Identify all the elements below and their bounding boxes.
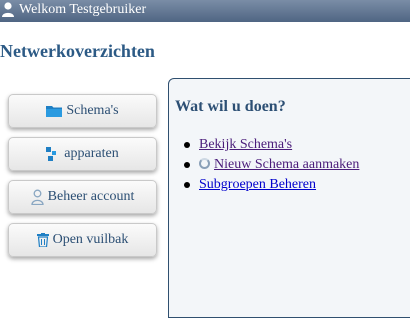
open-trash-button-label: Open vuilbak [52, 232, 129, 247]
trash-icon [36, 233, 49, 247]
schemas-button[interactable]: Schema's [8, 94, 157, 128]
top-bar: Welkom Testgebruiker [0, 0, 410, 22]
welcome-text: Welkom Testgebruiker [19, 2, 147, 17]
devices-icon [46, 147, 57, 161]
view-schemas-link[interactable]: Bekijk Schema's [199, 137, 292, 152]
list-item: Bekijk Schema's [183, 137, 359, 157]
user-icon [2, 2, 14, 17]
manage-account-button[interactable]: Beheer account [8, 180, 157, 214]
actions-title: Wat wil u doen? [175, 98, 286, 115]
apparaten-button-label: apparaten [64, 146, 119, 161]
list-item: Subgroepen Beheren [183, 177, 359, 197]
list-item: Nieuw Schema aanmaken [183, 157, 359, 177]
folder-icon [46, 106, 63, 117]
actions-list: Bekijk Schema's Nieuw Schema aanmaken Su… [183, 137, 359, 197]
user-icon [31, 189, 44, 205]
apparaten-button[interactable]: apparaten [8, 137, 157, 171]
loading-icon [199, 158, 210, 169]
open-trash-button[interactable]: Open vuilbak [8, 223, 157, 257]
page-title: Netwerkoverzichten [0, 41, 155, 61]
schemas-button-label: Schema's [66, 103, 119, 118]
actions-panel: Wat wil u doen? Bekijk Schema's Nieuw Sc… [168, 78, 410, 318]
manage-account-button-label: Beheer account [47, 189, 135, 204]
new-schema-link[interactable]: Nieuw Schema aanmaken [214, 157, 359, 172]
manage-subgroups-link[interactable]: Subgroepen Beheren [199, 177, 316, 192]
